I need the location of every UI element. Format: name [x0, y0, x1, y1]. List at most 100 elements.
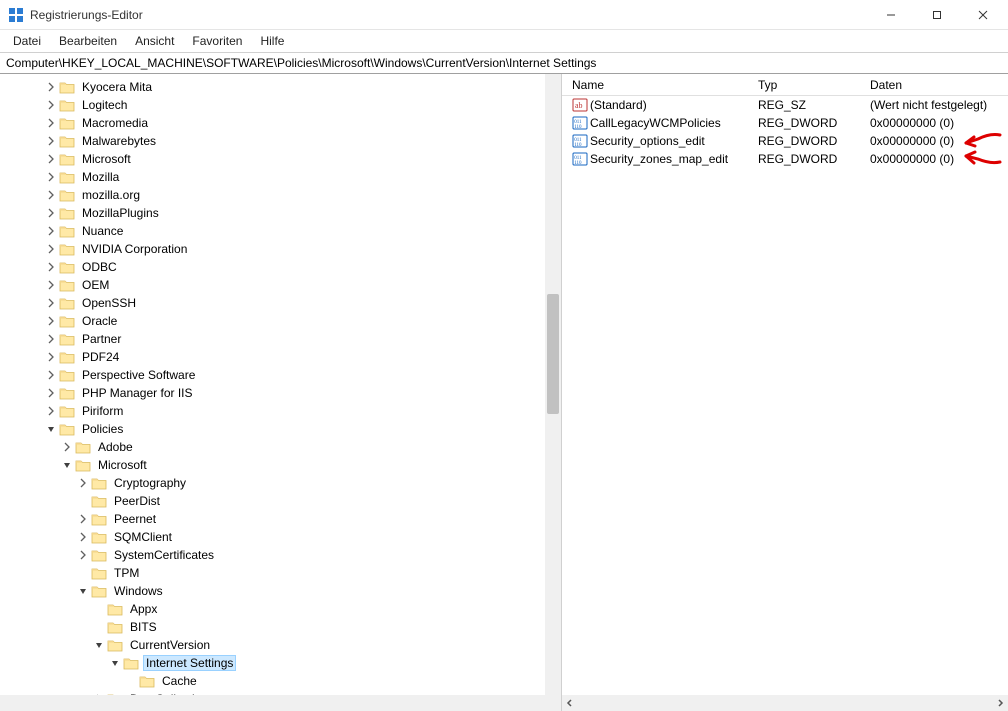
- expander-closed-icon[interactable]: [43, 205, 59, 221]
- maximize-button[interactable]: [914, 0, 960, 30]
- tree-node-label[interactable]: mozilla.org: [79, 187, 143, 203]
- tree-node[interactable]: Piriform: [0, 402, 545, 420]
- scroll-left-button[interactable]: [562, 695, 578, 711]
- tree-node[interactable]: MozillaPlugins: [0, 204, 545, 222]
- tree-node[interactable]: Cryptography: [0, 474, 545, 492]
- tree-node-label[interactable]: SystemCertificates: [111, 547, 217, 563]
- values-horizontal-scrollbar[interactable]: [562, 695, 1008, 711]
- tree-node[interactable]: SQMClient: [0, 528, 545, 546]
- tree-node[interactable]: PeerDist: [0, 492, 545, 510]
- expander-closed-icon[interactable]: [43, 313, 59, 329]
- tree-node[interactable]: Appx: [0, 600, 545, 618]
- tree-node[interactable]: Cache: [0, 672, 545, 690]
- tree-node-label[interactable]: Cache: [159, 673, 200, 689]
- tree-node-label[interactable]: CurrentVersion: [127, 637, 213, 653]
- tree-node[interactable]: Perspective Software: [0, 366, 545, 384]
- menu-view[interactable]: Ansicht: [126, 32, 183, 50]
- tree-node-label[interactable]: Macromedia: [79, 115, 151, 131]
- tree-node[interactable]: PDF24: [0, 348, 545, 366]
- expander-closed-icon[interactable]: [75, 529, 91, 545]
- tree-node-label[interactable]: ODBC: [79, 259, 120, 275]
- tree-node-label[interactable]: Piriform: [79, 403, 126, 419]
- tree-node-label[interactable]: Adobe: [95, 439, 136, 455]
- tree-node[interactable]: Policies: [0, 420, 545, 438]
- expander-closed-icon[interactable]: [43, 277, 59, 293]
- tree-node-label[interactable]: OEM: [79, 277, 112, 293]
- tree-node-label[interactable]: MozillaPlugins: [79, 205, 162, 221]
- expander-open-icon[interactable]: [75, 583, 91, 599]
- expander-closed-icon[interactable]: [43, 79, 59, 95]
- tree-node[interactable]: Kyocera Mita: [0, 78, 545, 96]
- tree-node[interactable]: Windows: [0, 582, 545, 600]
- tree-node-label[interactable]: PDF24: [79, 349, 122, 365]
- tree-node-label[interactable]: Appx: [127, 601, 160, 617]
- value-row[interactable]: (Standard)REG_SZ(Wert nicht festgelegt): [562, 96, 1008, 114]
- tree-node[interactable]: Microsoft: [0, 150, 545, 168]
- tree-node[interactable]: CurrentVersion: [0, 636, 545, 654]
- close-button[interactable]: [960, 0, 1006, 30]
- menu-help[interactable]: Hilfe: [251, 32, 293, 50]
- expander-closed-icon[interactable]: [43, 385, 59, 401]
- tree-horizontal-scrollbar[interactable]: [0, 695, 545, 711]
- menu-file[interactable]: Datei: [4, 32, 50, 50]
- tree-node[interactable]: BITS: [0, 618, 545, 636]
- expander-closed-icon[interactable]: [43, 133, 59, 149]
- column-header-type[interactable]: Typ: [752, 76, 864, 94]
- expander-open-icon[interactable]: [91, 637, 107, 653]
- minimize-button[interactable]: [868, 0, 914, 30]
- expander-closed-icon[interactable]: [43, 187, 59, 203]
- tree-node[interactable]: Malwarebytes: [0, 132, 545, 150]
- expander-closed-icon[interactable]: [43, 259, 59, 275]
- tree-node[interactable]: ODBC: [0, 258, 545, 276]
- tree-node-label[interactable]: Nuance: [79, 223, 126, 239]
- tree-node[interactable]: mozilla.org: [0, 186, 545, 204]
- tree-node[interactable]: TPM: [0, 564, 545, 582]
- expander-closed-icon[interactable]: [43, 151, 59, 167]
- expander-closed-icon[interactable]: [43, 97, 59, 113]
- tree-node[interactable]: Logitech: [0, 96, 545, 114]
- tree-node-label[interactable]: Peernet: [111, 511, 159, 527]
- tree-node-label[interactable]: Kyocera Mita: [79, 79, 155, 95]
- tree-node[interactable]: Partner: [0, 330, 545, 348]
- tree-node[interactable]: OEM: [0, 276, 545, 294]
- tree-node-label[interactable]: Mozilla: [79, 169, 122, 185]
- tree-node[interactable]: Internet Settings: [0, 654, 545, 672]
- tree-node[interactable]: Adobe: [0, 438, 545, 456]
- column-header-name[interactable]: Name: [566, 76, 752, 94]
- tree-node[interactable]: SystemCertificates: [0, 546, 545, 564]
- tree-node[interactable]: Mozilla: [0, 168, 545, 186]
- tree-node-label[interactable]: Logitech: [79, 97, 130, 113]
- tree-node[interactable]: OpenSSH: [0, 294, 545, 312]
- tree-node[interactable]: Oracle: [0, 312, 545, 330]
- tree-scrollbar-thumb[interactable]: [547, 294, 559, 414]
- tree-node-label[interactable]: Perspective Software: [79, 367, 198, 383]
- tree-node[interactable]: NVIDIA Corporation: [0, 240, 545, 258]
- tree-node[interactable]: Microsoft: [0, 456, 545, 474]
- value-row[interactable]: Security_zones_map_editREG_DWORD0x000000…: [562, 150, 1008, 168]
- tree-node-label[interactable]: Microsoft: [95, 457, 150, 473]
- menu-favorites[interactable]: Favoriten: [183, 32, 251, 50]
- tree-node-label[interactable]: Oracle: [79, 313, 120, 329]
- tree-node-label[interactable]: TPM: [111, 565, 142, 581]
- menu-edit[interactable]: Bearbeiten: [50, 32, 126, 50]
- tree-node-label[interactable]: SQMClient: [111, 529, 175, 545]
- tree-node-label[interactable]: Windows: [111, 583, 166, 599]
- expander-closed-icon[interactable]: [43, 349, 59, 365]
- expander-closed-icon[interactable]: [75, 547, 91, 563]
- expander-closed-icon[interactable]: [43, 403, 59, 419]
- expander-closed-icon[interactable]: [43, 169, 59, 185]
- registry-tree[interactable]: Kyocera Mita Logitech Macromedia Malwarebyt…: [0, 74, 545, 695]
- expander-closed-icon[interactable]: [43, 223, 59, 239]
- tree-node-label[interactable]: Partner: [79, 331, 124, 347]
- expander-open-icon[interactable]: [107, 655, 123, 671]
- expander-closed-icon[interactable]: [43, 331, 59, 347]
- tree-node-label[interactable]: Malwarebytes: [79, 133, 159, 149]
- scroll-right-button[interactable]: [992, 695, 1008, 711]
- expander-closed-icon[interactable]: [59, 439, 75, 455]
- tree-node-label[interactable]: BITS: [127, 619, 160, 635]
- tree-node-label[interactable]: OpenSSH: [79, 295, 139, 311]
- address-input[interactable]: [6, 56, 1002, 70]
- tree-vertical-scrollbar[interactable]: [545, 74, 561, 695]
- expander-closed-icon[interactable]: [43, 241, 59, 257]
- tree-node-label[interactable]: PeerDist: [111, 493, 163, 509]
